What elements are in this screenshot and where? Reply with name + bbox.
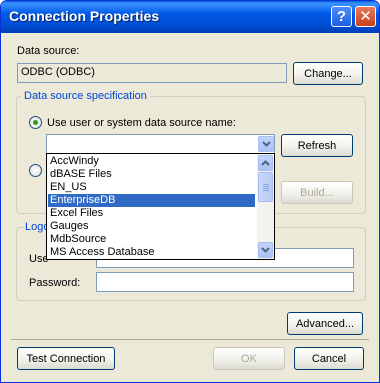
dropdown-item[interactable]: Excel Files — [48, 207, 255, 220]
dsn-dropdown-list[interactable]: AccWindy dBASE Files EN_US EnterpriseDB … — [46, 153, 275, 260]
dropdown-item-selected[interactable]: EnterpriseDB — [48, 194, 255, 207]
dsn-combobox[interactable] — [46, 134, 275, 154]
title-bar[interactable]: Connection Properties ? ✕ — [1, 1, 379, 33]
connection-properties-dialog: Connection Properties ? ✕ Data source: O… — [0, 0, 380, 383]
close-button[interactable]: ✕ — [355, 6, 376, 27]
dropdown-scrollbar[interactable] — [257, 154, 274, 259]
window-title: Connection Properties — [9, 8, 160, 24]
build-button: Build... — [281, 181, 353, 204]
dropdown-item[interactable]: dBASE Files — [48, 168, 255, 181]
scroll-up-icon[interactable] — [258, 155, 273, 171]
radio-selected-dot — [33, 120, 38, 125]
grip-line — [263, 184, 269, 185]
password-input[interactable] — [96, 272, 354, 292]
scroll-down-icon[interactable] — [258, 242, 273, 258]
chevron-down-icon[interactable] — [258, 136, 274, 152]
use-dsn-label: Use user or system data source name: — [47, 117, 236, 129]
help-button[interactable]: ? — [331, 6, 352, 27]
test-connection-button[interactable]: Test Connection — [17, 347, 115, 370]
grip-line — [263, 188, 269, 189]
data-source-label: Data source: — [17, 45, 80, 57]
grip-line — [263, 186, 269, 187]
data-source-field: ODBC (ODBC) — [17, 63, 287, 83]
dropdown-item[interactable]: MS Access Database — [48, 246, 255, 259]
separator — [11, 339, 369, 340]
use-dsn-radio[interactable] — [29, 116, 42, 129]
use-connection-string-radio[interactable] — [29, 164, 42, 177]
dropdown-item[interactable]: EN_US — [48, 181, 255, 194]
advanced-button[interactable]: Advanced... — [287, 312, 363, 335]
grip-line — [263, 190, 269, 191]
refresh-button[interactable]: Refresh — [281, 134, 353, 157]
cancel-button[interactable]: Cancel — [294, 347, 364, 370]
password-label: Password: — [29, 277, 81, 289]
change-button[interactable]: Change... — [293, 62, 363, 85]
data-source-specification-title: Data source specification — [21, 90, 150, 102]
dropdown-item[interactable]: MdbSource — [48, 233, 255, 246]
dropdown-item[interactable]: Gauges — [48, 220, 255, 233]
dropdown-item[interactable]: AccWindy — [48, 155, 255, 168]
scroll-thumb[interactable] — [258, 172, 273, 202]
ok-button: OK — [213, 347, 285, 370]
